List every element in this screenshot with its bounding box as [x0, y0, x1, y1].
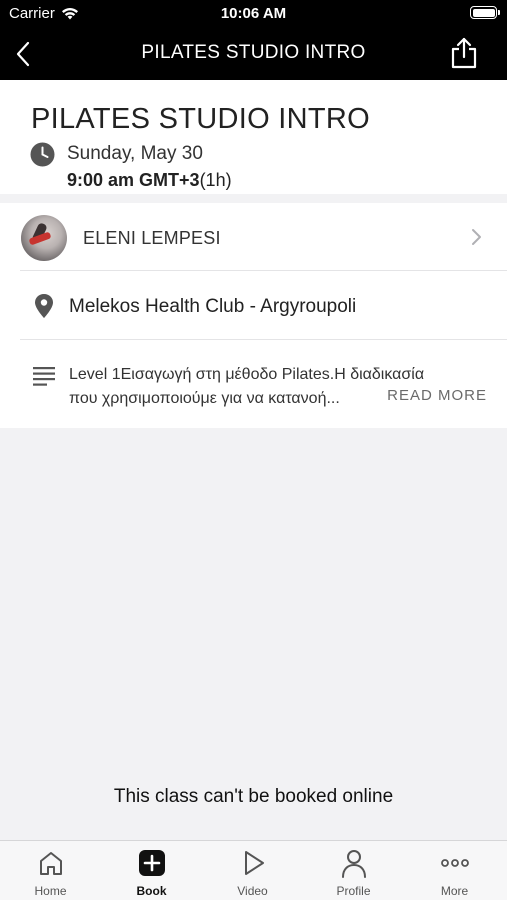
- class-header: PILATES STUDIO INTRO Sunday, May 30 9:00…: [0, 80, 507, 194]
- class-title: PILATES STUDIO INTRO: [31, 103, 371, 135]
- home-icon: [39, 852, 62, 875]
- booking-status-text: This class can't be booked online: [113, 786, 394, 807]
- class-details: ELENI LEMPESI Melekos Health Club - Argy…: [0, 203, 507, 428]
- avatar: [21, 215, 67, 261]
- chevron-right-icon: [472, 229, 481, 245]
- instructor-name: ELENI LEMPESI: [83, 228, 221, 248]
- play-icon: [244, 851, 264, 875]
- battery-icon: [470, 6, 497, 19]
- location-pin-icon: [35, 294, 53, 318]
- tab-more[interactable]: More: [404, 841, 505, 900]
- class-time: 9:00 am GMT+3: [67, 170, 200, 190]
- tab-home-label: Home: [34, 884, 67, 898]
- section-gap: [0, 194, 507, 203]
- tab-video-label: Video: [237, 884, 268, 898]
- class-time-row: 9:00 am GMT+3(1h): [67, 170, 232, 191]
- tab-video[interactable]: Video: [202, 841, 303, 900]
- more-dots-icon: [440, 859, 469, 867]
- tab-home[interactable]: Home: [0, 841, 101, 900]
- tab-book[interactable]: Book: [101, 841, 202, 900]
- clock-icon: [30, 142, 55, 167]
- class-duration: (1h): [199, 170, 232, 190]
- tab-book-label: Book: [136, 884, 167, 898]
- status-time: 10:06 AM: [220, 5, 287, 22]
- nav-title: PILATES STUDIO INTRO: [141, 42, 366, 63]
- description-lines-icon: [33, 367, 55, 386]
- battery-tip: [498, 10, 500, 15]
- class-date: Sunday, May 30: [67, 143, 203, 164]
- tab-profile-label: Profile: [336, 884, 371, 898]
- plus-square-icon: [138, 850, 165, 876]
- tab-more-label: More: [440, 884, 469, 898]
- navigation-bar: PILATES STUDIO INTRO: [0, 28, 507, 80]
- status-bar: Carrier 10:06 AM: [0, 0, 507, 28]
- description-line-1: Level 1Εισαγωγή στη μέθοδο Pilates.Η δια…: [69, 366, 425, 383]
- read-more-link[interactable]: READ MORE: [387, 387, 487, 404]
- share-icon[interactable]: [449, 36, 479, 70]
- tab-profile[interactable]: Profile: [303, 841, 404, 900]
- tab-bar: Home Book Video Profile More: [0, 840, 507, 900]
- instructor-row[interactable]: ELENI LEMPESI: [0, 203, 507, 271]
- person-icon: [341, 850, 366, 878]
- location-name: Melekos Health Club - Argyroupoli: [69, 296, 357, 317]
- description-row: Level 1Εισαγωγή στη μέθοδο Pilates.Η δια…: [0, 339, 507, 428]
- location-row[interactable]: Melekos Health Club - Argyroupoli: [0, 271, 507, 339]
